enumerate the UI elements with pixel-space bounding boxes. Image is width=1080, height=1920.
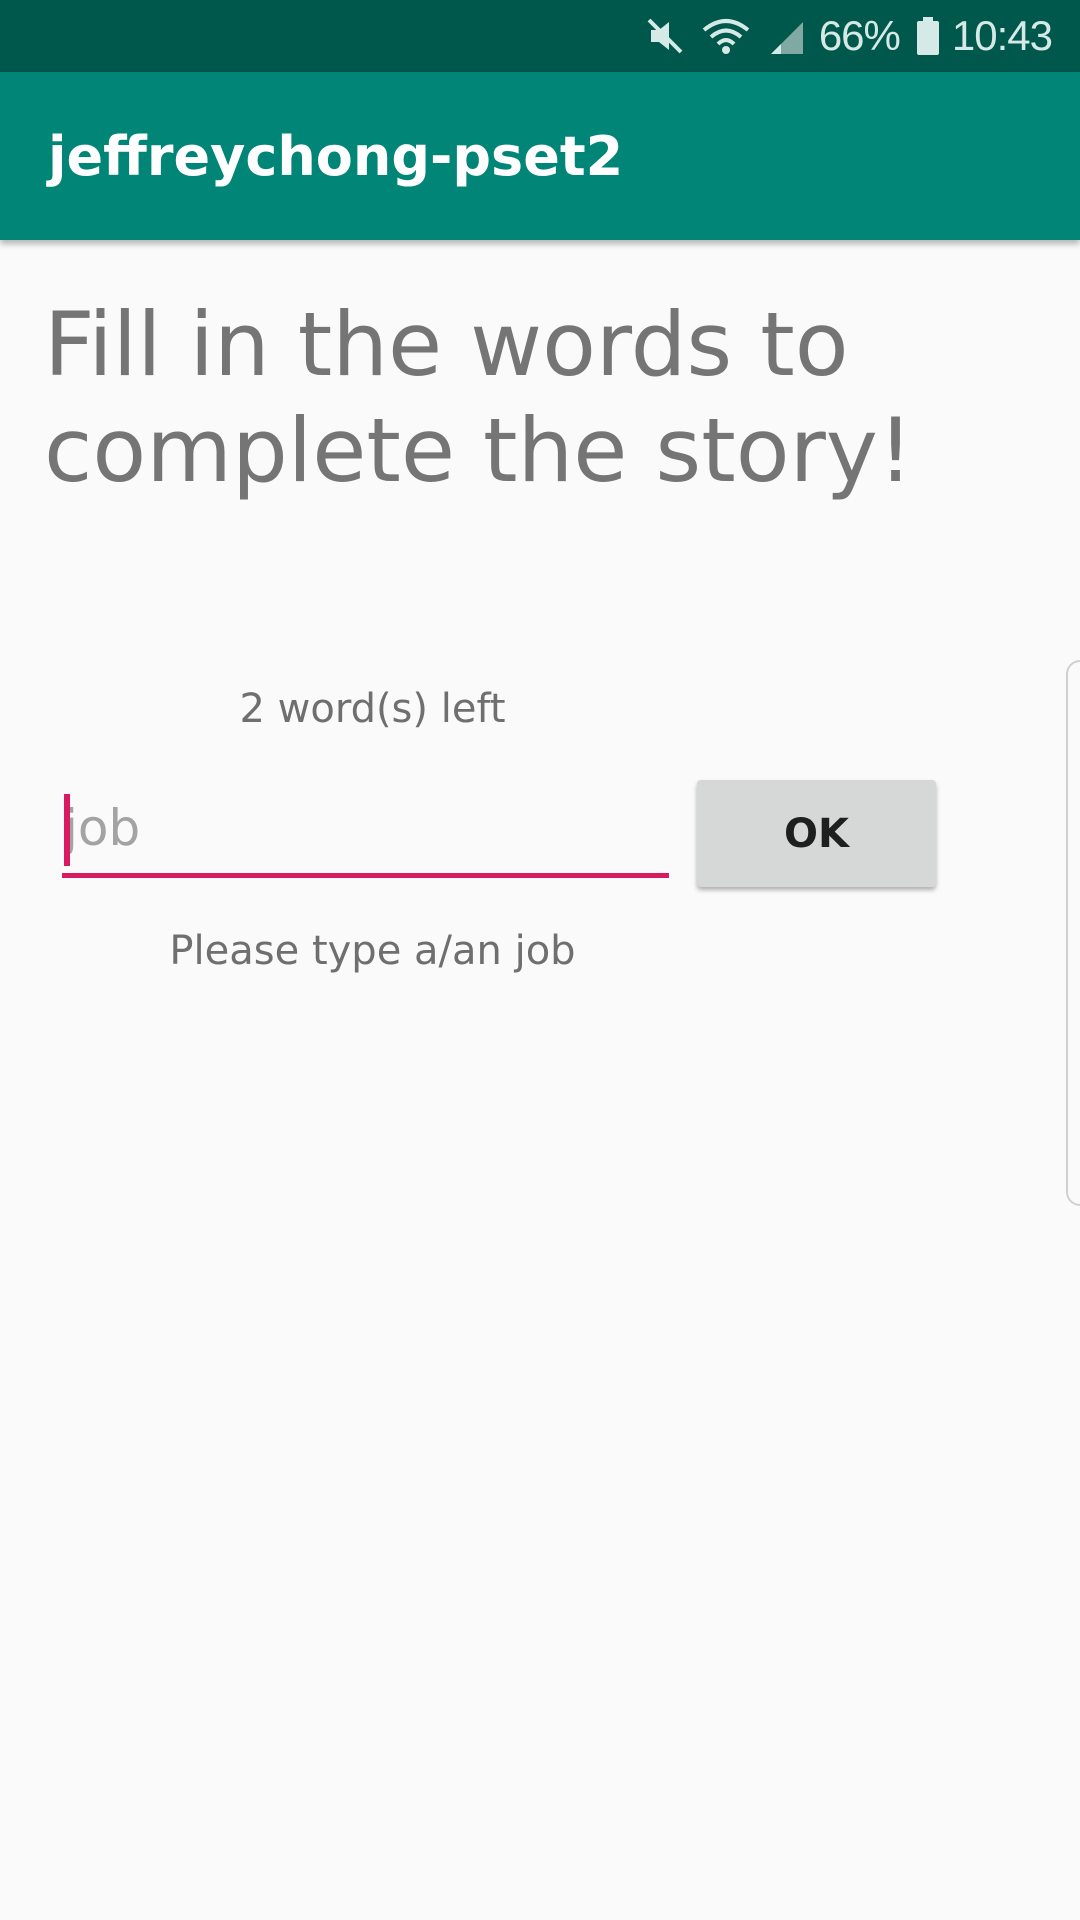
mute-icon [645,16,685,56]
edge-panel-handle[interactable] [1066,660,1080,1206]
app-title: jeffreychong-pset2 [48,124,624,188]
ok-button[interactable]: OK [697,780,936,887]
clock: 10:43 [951,12,1053,59]
word-input-container[interactable] [62,782,669,878]
word-type-hint: Please type a/an job [169,928,576,974]
battery-icon [916,16,940,56]
wifi-icon [701,16,751,56]
app-bar: jeffreychong-pset2 [0,72,1080,240]
text-cursor [64,794,70,866]
signal-icon [767,16,807,56]
word-input[interactable] [62,782,669,873]
words-left-counter: 2 word(s) left [239,686,506,732]
story-headline: Fill in the words to complete the story! [44,293,914,502]
battery-percent: 66% [818,12,901,59]
status-bar: 66% 10:43 [0,0,1080,72]
